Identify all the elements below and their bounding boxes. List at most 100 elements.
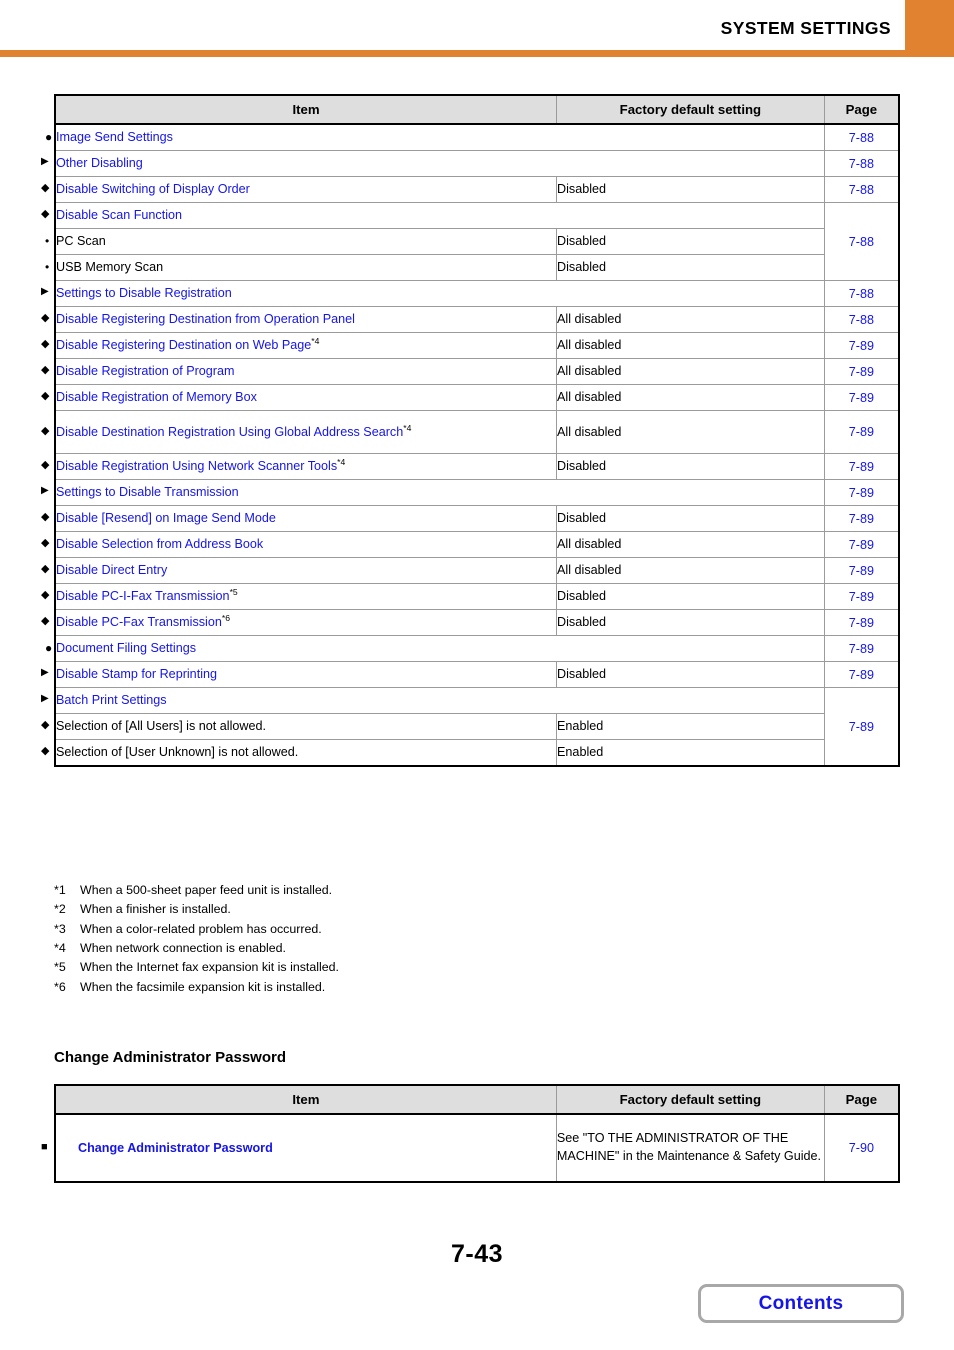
header-accent-block <box>905 0 954 56</box>
triangle-bullet-icon: ▶ <box>41 693 49 704</box>
footnote-mark: *1 <box>54 883 66 897</box>
footnote-mark: *3 <box>54 921 66 936</box>
page-reference-cell[interactable]: 7-88 <box>823 176 900 203</box>
item-label[interactable]: Disable Direct Entry <box>56 563 167 577</box>
diamond-bullet-icon: ◆ <box>41 589 50 601</box>
table-row: ◆ Disable Registering Destination on Web … <box>41 332 900 359</box>
admin-item-label[interactable]: Change Administrator Password <box>78 1141 273 1155</box>
footnote-text: When network connection is enabled. <box>80 941 286 956</box>
item-label: USB Memory Scan <box>56 260 164 274</box>
item-cell: ◆ Disable PC-I-Fax Transmission*5 <box>41 583 558 610</box>
admin-page-cell[interactable]: 7-90 <box>823 1113 900 1183</box>
diamond-bullet-icon: ◆ <box>41 563 50 575</box>
item-label[interactable]: Disable Registering Destination from Ope… <box>56 312 355 326</box>
item-cell: ◆ Disable Registration Using Network Scan… <box>41 453 558 480</box>
footnote-marker: *6 <box>221 612 230 623</box>
footnote-row: *4 When network connection is enabled. <box>54 939 654 958</box>
footnote-marker: *4 <box>337 456 346 467</box>
item-label[interactable]: Other Disabling <box>56 156 143 170</box>
page-reference-cell[interactable]: 7-89 <box>823 609 900 636</box>
page-reference-cell[interactable]: 7-89 <box>823 332 900 359</box>
item-cell: ▶ Other Disabling <box>41 150 825 177</box>
page-reference-cell[interactable]: 7-89 <box>823 583 900 610</box>
table-row: ● Document Filing Settings 7-89 <box>45 635 900 662</box>
item-label[interactable]: Settings to Disable Registration <box>56 286 232 300</box>
factory-default-cell: Disabled <box>556 453 825 480</box>
item-label[interactable]: Disable Registration of Memory Box <box>56 390 257 404</box>
page-reference-cell[interactable]: 7-89 <box>823 531 900 558</box>
item-label[interactable]: Disable Registering Destination on Web P… <box>56 338 311 352</box>
item-cell: ▶ Settings to Disable Registration <box>41 280 825 307</box>
page-reference-cell[interactable]: 7-89 <box>823 635 900 662</box>
page-reference-cell[interactable]: 7-89 <box>823 479 900 506</box>
item-cell: ◆ Disable Registration of Memory Box <box>41 384 558 411</box>
column-header-page: Page <box>823 1084 900 1115</box>
item-cell: ◆ Disable Registering Destination on Web … <box>41 332 558 359</box>
item-label[interactable]: Disable [Resend] on Image Send Mode <box>56 511 276 525</box>
footnote-mark: *2 <box>54 902 66 917</box>
triangle-bullet-icon: ▶ <box>41 286 49 297</box>
circle-bullet-icon: ● <box>45 130 53 144</box>
page-number: 7-43 <box>450 1240 504 1268</box>
page-reference-cell[interactable]: 7-88 <box>823 202 900 281</box>
page-reference-cell[interactable]: 7-89 <box>823 358 900 385</box>
triangle-bullet-icon: ▶ <box>41 485 49 496</box>
page-reference-cell[interactable]: 7-89 <box>823 384 900 411</box>
footnote-row: *3 When a color-related problem has occur… <box>54 920 654 939</box>
page-reference-cell[interactable]: 7-89 <box>823 687 900 767</box>
diamond-bullet-icon: ◆ <box>41 459 50 471</box>
item-label[interactable]: Disable Switching of Display Order <box>56 182 250 196</box>
factory-default-cell: Disabled <box>556 254 825 281</box>
footnote-marker: *4 <box>403 422 412 433</box>
item-label[interactable]: Disable Selection from Address Book <box>56 537 263 551</box>
item-cell: ● Document Filing Settings <box>45 635 825 662</box>
footnote-mark: *4 <box>54 941 66 956</box>
footnote-text: When the Internet fax expansion kit is i… <box>80 960 339 975</box>
page-reference-cell[interactable]: 7-88 <box>823 150 900 177</box>
item-label[interactable]: Document Filing Settings <box>56 641 196 655</box>
factory-default-cell: Disabled <box>556 228 825 255</box>
item-label[interactable]: Disable Registration of Program <box>56 364 235 378</box>
diamond-bullet-icon: ◆ <box>41 537 50 549</box>
admin-factory-cell: See "TO THE ADMINISTRATOR OF THE MACHINE… <box>555 1113 825 1183</box>
page-reference-cell[interactable]: 7-88 <box>823 280 900 307</box>
item-label[interactable]: Image Send Settings <box>56 130 173 144</box>
factory-default-cell: All disabled <box>556 531 825 558</box>
table-row: ◆ Disable Registration of Program All disa… <box>41 358 900 385</box>
page-reference-cell[interactable]: 7-89 <box>823 505 900 532</box>
table-row: • PC Scan Disabled <box>45 228 899 255</box>
page-reference-cell[interactable]: 7-89 <box>823 557 900 584</box>
item-label[interactable]: Batch Print Settings <box>56 693 167 707</box>
table-header-row: Item Factory default setting Page <box>54 1084 900 1115</box>
page-reference-cell[interactable]: 7-89 <box>823 453 900 480</box>
factory-default-cell: All disabled <box>556 557 825 584</box>
footnote-marker: *5 <box>229 586 238 597</box>
item-cell: ▶ Settings to Disable Transmission <box>41 479 825 506</box>
page-reference-cell[interactable]: 7-88 <box>823 123 900 151</box>
diamond-bullet-icon: ◆ <box>41 719 50 731</box>
security-settings-rows: ● Image Send Settings 7-88 ▶ Other Disabling… <box>41 123 900 767</box>
column-header-factory: Factory default setting <box>556 94 825 125</box>
footnote-mark: *5 <box>54 960 66 975</box>
factory-default-cell: Disabled <box>556 176 825 203</box>
diamond-bullet-icon: ◆ <box>41 338 50 350</box>
item-label[interactable]: Disable Scan Function <box>56 208 182 222</box>
item-cell: ◆ Disable Switching of Display Order <box>41 176 558 203</box>
item-label[interactable]: Disable Registration Using Network Scann… <box>56 459 337 473</box>
item-label[interactable]: Disable PC-Fax Transmission <box>56 615 222 629</box>
footnote-row: *6 When the facsimile expansion kit is in… <box>54 978 654 997</box>
page-reference-cell[interactable]: 7-89 <box>823 661 900 688</box>
footnote-text: When a 500-sheet paper feed unit is inst… <box>80 883 333 897</box>
page-reference-cell[interactable]: 7-89 <box>823 410 900 454</box>
factory-default-cell: Enabled <box>556 713 825 740</box>
item-label[interactable]: Disable Destination Registration Using G… <box>56 425 403 439</box>
item-label[interactable]: Disable PC-I-Fax Transmission <box>56 589 230 603</box>
item-cell: ▶ Disable Stamp for Reprinting <box>41 661 558 688</box>
footnote-text: When the facsimile expansion kit is inst… <box>80 979 326 994</box>
page-reference-cell[interactable]: 7-88 <box>823 306 900 333</box>
contents-button[interactable]: Contents <box>698 1284 904 1323</box>
item-cell: ◆ Disable Registration of Program <box>41 358 558 385</box>
table-row: • USB Memory Scan Disabled <box>45 254 899 281</box>
item-label[interactable]: Disable Stamp for Reprinting <box>56 667 217 681</box>
item-label[interactable]: Settings to Disable Transmission <box>56 485 239 499</box>
